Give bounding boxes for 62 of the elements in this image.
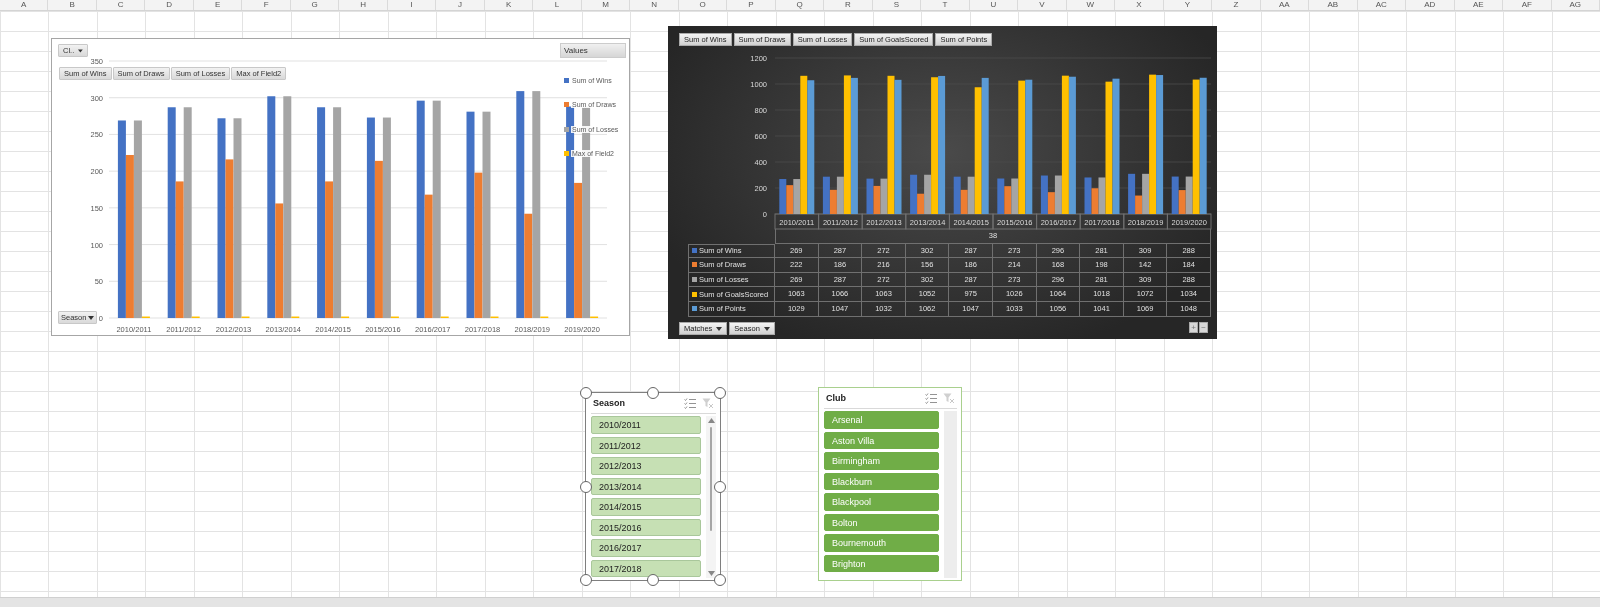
column-header[interactable]: M (581, 0, 631, 10)
dropdown-icon (716, 326, 723, 331)
column-header[interactable]: S (872, 0, 922, 10)
column-header[interactable]: P (727, 0, 776, 10)
resize-handle[interactable] (647, 387, 659, 399)
column-header[interactable]: I (387, 0, 437, 10)
resize-handle[interactable] (714, 574, 726, 586)
column-header[interactable]: AE (1454, 0, 1503, 10)
column-header[interactable]: AD (1406, 0, 1455, 10)
column-header[interactable]: J (436, 0, 485, 10)
slicer-title: Season (593, 398, 626, 408)
column-header[interactable]: N (630, 0, 679, 10)
column-header[interactable]: Z (1212, 0, 1261, 10)
scroll-up-icon[interactable] (707, 418, 715, 423)
resize-handle[interactable] (714, 387, 726, 399)
column-header[interactable]: AF (1503, 0, 1552, 10)
legend-title: Values (560, 43, 626, 58)
column-header[interactable]: R (824, 0, 873, 10)
multi-select-icon[interactable] (925, 392, 937, 404)
column-header[interactable]: U (969, 0, 1019, 10)
multi-select-icon[interactable] (684, 397, 696, 409)
resize-handle[interactable] (580, 574, 592, 586)
column-header[interactable]: W (1066, 0, 1116, 10)
slicer-item[interactable]: 2017/2018 (591, 559, 701, 577)
slicer-item[interactable]: 2015/2016 (591, 518, 701, 536)
column-header[interactable]: E (193, 0, 243, 10)
column-header[interactable]: AA (1260, 0, 1310, 10)
column-header[interactable]: AG (1551, 0, 1600, 10)
column-header[interactable]: Q (775, 0, 825, 10)
slicer-item[interactable]: 2013/2014 (591, 477, 701, 495)
scroll-down-icon[interactable] (707, 571, 715, 576)
column-header[interactable]: G (290, 0, 340, 10)
dropdown-icon (78, 48, 83, 53)
dropdown-icon (88, 315, 95, 320)
column-header[interactable]: Y (1163, 0, 1213, 10)
column-header[interactable]: O (678, 0, 728, 10)
column-header[interactable]: H (339, 0, 388, 10)
clear-filter-icon[interactable] (943, 392, 955, 404)
resize-handle[interactable] (580, 387, 592, 399)
column-header[interactable]: AC (1357, 0, 1407, 10)
column-header[interactable]: AB (1309, 0, 1358, 10)
resize-handle[interactable] (580, 480, 592, 493)
column-header[interactable]: C (96, 0, 146, 10)
slicer-title: Club (826, 393, 847, 403)
column-header[interactable]: K (484, 0, 534, 10)
slicer-item[interactable]: 2014/2015 (591, 498, 701, 516)
slicer-item[interactable]: 2011/2012 (591, 436, 701, 454)
column-header[interactable]: X (1115, 0, 1164, 10)
column-header[interactable]: L (533, 0, 582, 10)
slicer-item[interactable]: 2016/2017 (591, 539, 701, 557)
scrollbar[interactable] (706, 416, 716, 578)
column-header[interactable]: A (0, 0, 49, 10)
slicer-item[interactable]: 2010/2011 (591, 416, 701, 434)
column-header[interactable]: D (145, 0, 194, 10)
dropdown-icon (763, 326, 770, 331)
scroll-thumb[interactable] (710, 427, 712, 531)
column-header[interactable]: T (921, 0, 970, 10)
slicer-item[interactable]: 2012/2013 (591, 457, 701, 475)
column-header[interactable]: V (1018, 0, 1067, 10)
column-header[interactable]: F (242, 0, 291, 10)
resize-handle[interactable] (714, 480, 726, 493)
column-header[interactable]: B (48, 0, 97, 10)
